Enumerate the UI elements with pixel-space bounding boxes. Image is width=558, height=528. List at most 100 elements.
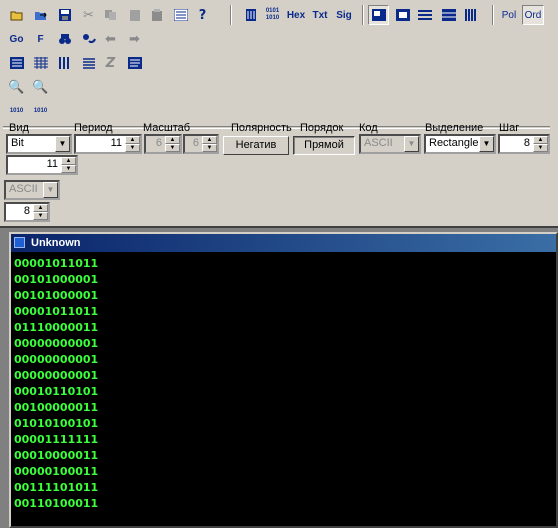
chevron-down-icon[interactable]: ▼: [43, 182, 58, 198]
code-select-2[interactable]: ASCII ▼: [4, 180, 60, 200]
bit-line[interactable]: 00000000001: [14, 352, 98, 368]
open-icon[interactable]: [6, 5, 27, 25]
period-stepper-2[interactable]: 11 ▲ ▼: [6, 155, 78, 175]
grid-view-icon[interactable]: [30, 53, 51, 73]
bit-line[interactable]: 00000100011: [14, 464, 98, 480]
help-icon[interactable]: ?: [192, 5, 213, 25]
list-view-icon[interactable]: [6, 53, 27, 73]
spin-icon[interactable]: ▲ ▼: [165, 136, 180, 152]
window-app-icon[interactable]: [14, 237, 25, 248]
spin-icon[interactable]: ▲ ▼: [33, 204, 48, 220]
paste-icon[interactable]: [124, 5, 145, 25]
polarity-button[interactable]: Негатив: [223, 136, 289, 155]
chevron-down-icon[interactable]: ▼: [55, 136, 70, 152]
chevron-down-icon[interactable]: ▼: [404, 136, 419, 152]
vid-value: Bit: [11, 137, 24, 149]
bit-line[interactable]: 00101000001: [14, 272, 98, 288]
period-value-2: 11: [46, 158, 58, 170]
polarity-label: Полярность: [231, 122, 292, 134]
layout-split-icon[interactable]: [438, 5, 459, 25]
layout-columns-icon[interactable]: [460, 5, 481, 25]
document-window[interactable]: Unknown 00001011011 00101000001 0010100000…: [9, 232, 558, 528]
toolbar-separator: [362, 5, 364, 25]
bit-line[interactable]: 00001011011: [14, 256, 98, 272]
bit-line[interactable]: 00110100011: [14, 496, 98, 512]
go-button[interactable]: Go: [6, 29, 27, 49]
shift-right-button[interactable]: 1010: [30, 101, 51, 121]
pol-button[interactable]: Pol: [498, 5, 520, 25]
code-value-2: ASCII: [9, 183, 38, 195]
code-select[interactable]: ASCII ▼: [359, 134, 421, 154]
order-label: Порядок: [300, 122, 344, 134]
cut-icon[interactable]: ✂: [78, 5, 99, 25]
zoom-in-icon[interactable]: 🔍: [6, 77, 27, 97]
sig-button[interactable]: Sig: [332, 5, 356, 25]
layout-frame-icon[interactable]: [392, 5, 413, 25]
forward-arrow-icon[interactable]: ➡: [124, 29, 145, 49]
main-toolbar: ✂ ? 0101 1010 Hex Txt Sig Pol Ord: [0, 2, 558, 28]
clipboard-icon[interactable]: [146, 5, 167, 25]
text-block-icon[interactable]: [124, 53, 145, 73]
shift-toolbar: 1010 1010: [0, 98, 60, 124]
find-button[interactable]: F: [30, 29, 51, 49]
save-icon[interactable]: [54, 5, 75, 25]
bit-lines-list[interactable]: 00001011011 00101000001 00101000001 0000101…: [14, 256, 98, 512]
code-value: ASCII: [364, 137, 393, 149]
open-save-icon[interactable]: [30, 5, 51, 25]
selection-select[interactable]: Rectangle ▼: [424, 134, 496, 154]
bit-line[interactable]: 00001111111: [14, 432, 98, 448]
back-arrow-icon[interactable]: ⬅: [100, 29, 121, 49]
window-titlebar[interactable]: Unknown: [11, 234, 556, 252]
bit-line[interactable]: 01010100101: [14, 416, 98, 432]
bit-line[interactable]: 00001011011: [14, 304, 98, 320]
find-next-icon[interactable]: [78, 29, 99, 49]
bookmark-icon[interactable]: [240, 5, 261, 25]
spin-icon[interactable]: ▲ ▼: [533, 136, 548, 152]
layout-full-icon[interactable]: [368, 5, 389, 25]
period-stepper[interactable]: 11 ▲ ▼: [74, 134, 142, 154]
bit-line[interactable]: 01110000011: [14, 320, 98, 336]
scale-label: Масштаб: [143, 122, 191, 134]
step-stepper[interactable]: 8 ▲ ▼: [498, 134, 550, 154]
spin-icon[interactable]: ▲ ▼: [61, 157, 76, 173]
scale-stepper-2[interactable]: 6 ▲ ▼: [183, 134, 219, 154]
bit-line[interactable]: 00000000001: [14, 336, 98, 352]
zoom-toolbar: 🔍 🔍: [0, 74, 60, 100]
period-value: 11: [110, 137, 122, 149]
toolbar-separator: [230, 5, 232, 25]
scale-stepper-1[interactable]: 6 ▲ ▼: [144, 134, 182, 154]
bit-line[interactable]: 00010000011: [14, 448, 98, 464]
vid-label: Вид: [9, 122, 29, 134]
bit-line[interactable]: 00010110101: [14, 384, 98, 400]
bit-line[interactable]: 00111101011: [14, 480, 98, 496]
scale-value-1: 6: [155, 137, 162, 149]
bit-line[interactable]: 00000000001: [14, 368, 98, 384]
selection-value: Rectangle: [429, 137, 479, 149]
copy-icon[interactable]: [100, 5, 121, 25]
italic-icon[interactable]: Z: [100, 53, 121, 73]
ord-button[interactable]: Ord: [522, 5, 544, 25]
zoom-out-icon[interactable]: 🔍: [30, 77, 51, 97]
toolbar-separator: [492, 5, 494, 25]
layout-rows-icon[interactable]: [414, 5, 435, 25]
order-button[interactable]: Прямой: [293, 136, 355, 155]
step-label: Шаг: [499, 122, 520, 134]
spin-icon[interactable]: ▲ ▼: [125, 136, 140, 152]
window-title: Unknown: [31, 237, 81, 249]
align-lines-icon[interactable]: [78, 53, 99, 73]
chevron-down-icon[interactable]: ▼: [479, 136, 494, 152]
shift-left-button[interactable]: 1010: [6, 101, 27, 121]
view-bits-button[interactable]: 0101 1010: [262, 5, 283, 25]
spin-icon[interactable]: ▲ ▼: [202, 136, 217, 152]
vid-select[interactable]: Bit ▼: [6, 134, 72, 154]
bit-line[interactable]: 00100000011: [14, 400, 98, 416]
period-label: Период: [74, 122, 113, 134]
columns-view-icon[interactable]: [54, 53, 75, 73]
step-value-2: 8: [23, 205, 30, 217]
step-stepper-2[interactable]: 8 ▲ ▼: [4, 202, 50, 222]
binoculars-icon[interactable]: [54, 29, 75, 49]
txt-button[interactable]: Txt: [308, 5, 332, 25]
hex-button[interactable]: Hex: [284, 5, 308, 25]
bit-line[interactable]: 00101000001: [14, 288, 98, 304]
properties-icon[interactable]: [170, 5, 191, 25]
